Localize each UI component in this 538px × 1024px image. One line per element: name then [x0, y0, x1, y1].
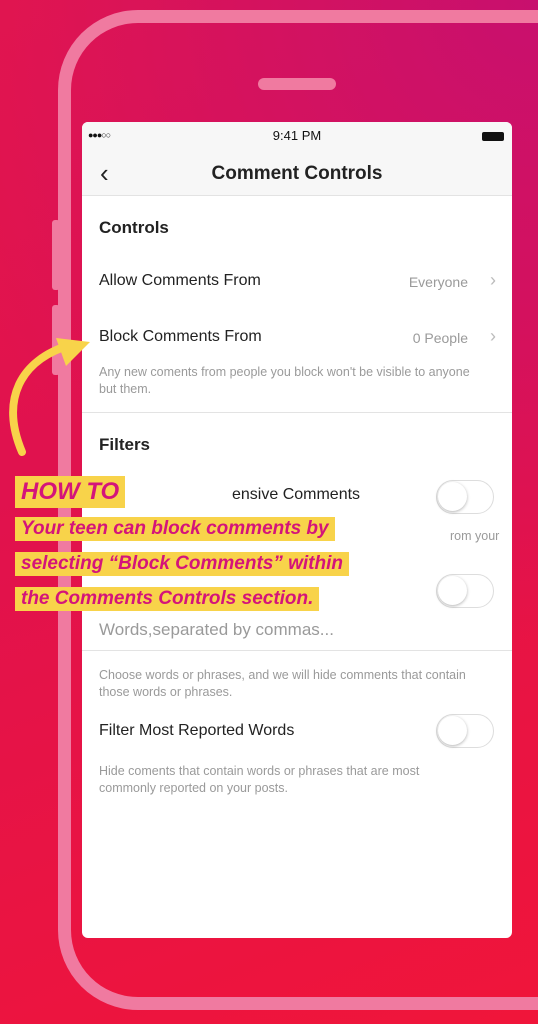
callout-line-1: Your teen can block comments by: [15, 517, 335, 541]
callout-title: HOW TO: [15, 476, 126, 508]
callout-line-2: selecting “Block Comments” within: [15, 552, 349, 576]
arrow-icon: [9, 338, 90, 456]
callout-line-3: the Comments Controls section.: [15, 587, 320, 611]
